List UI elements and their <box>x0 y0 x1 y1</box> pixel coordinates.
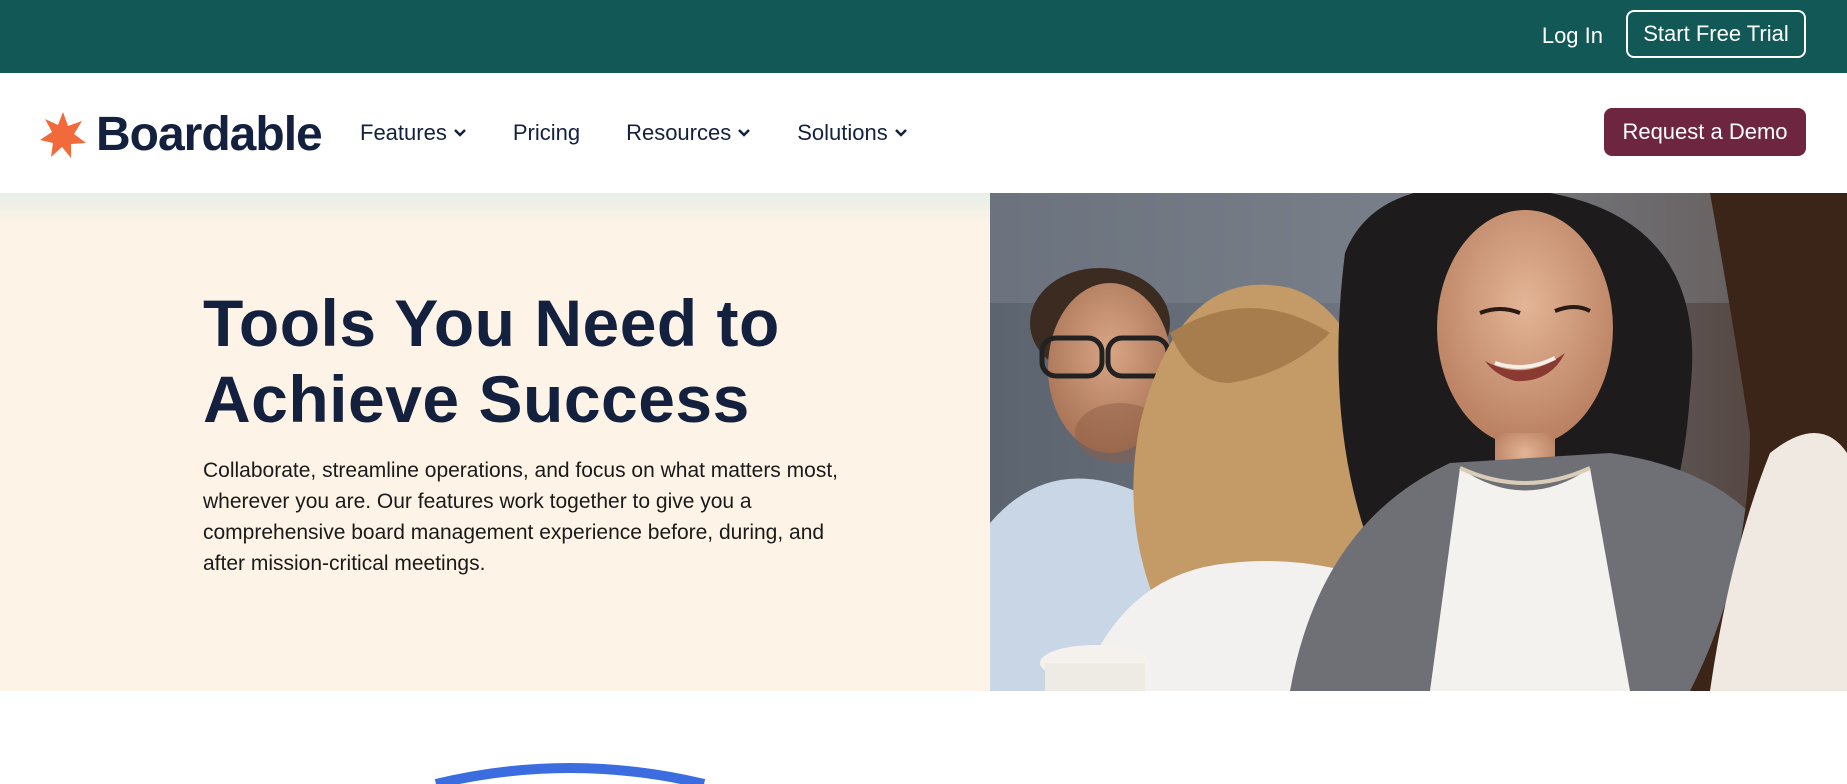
nav-item-pricing[interactable]: Pricing <box>513 118 580 148</box>
logo-text: Boardable <box>96 108 323 161</box>
main-navigation: Boardable Features Pricing Resources Sol… <box>0 73 1847 193</box>
decorative-arc <box>434 763 706 784</box>
hero-subtitle: Collaborate, streamline operations, and … <box>203 459 838 575</box>
hero-title: Tools You Need to Achieve Success <box>203 286 780 436</box>
log-in-link[interactable]: Log In <box>1542 22 1603 50</box>
chevron-down-icon <box>738 129 751 137</box>
top-utility-bar: Log In Start Free Trial <box>0 0 1847 73</box>
nav-item-label: Solutions <box>797 120 888 145</box>
logo-link[interactable]: Boardable <box>38 107 323 163</box>
nav-item-features[interactable]: Features <box>360 118 467 148</box>
nav-menu: Features Pricing Resources Solutions <box>360 118 954 148</box>
nav-item-label: Resources <box>626 120 732 145</box>
hero-text-panel: Tools You Need to Achieve Success Collab… <box>0 193 990 691</box>
boardable-logo-icon <box>40 112 86 158</box>
start-free-trial-button[interactable]: Start Free Trial <box>1626 10 1806 58</box>
request-demo-button[interactable]: Request a Demo <box>1604 108 1806 156</box>
chevron-down-icon <box>453 129 466 137</box>
chevron-down-icon <box>894 129 907 137</box>
hero-photo-meeting <box>990 193 1847 691</box>
nav-item-solutions[interactable]: Solutions <box>797 118 908 148</box>
nav-item-resources[interactable]: Resources <box>626 118 751 148</box>
nav-item-label: Features <box>360 120 447 145</box>
nav-item-label: Pricing <box>512 120 581 145</box>
